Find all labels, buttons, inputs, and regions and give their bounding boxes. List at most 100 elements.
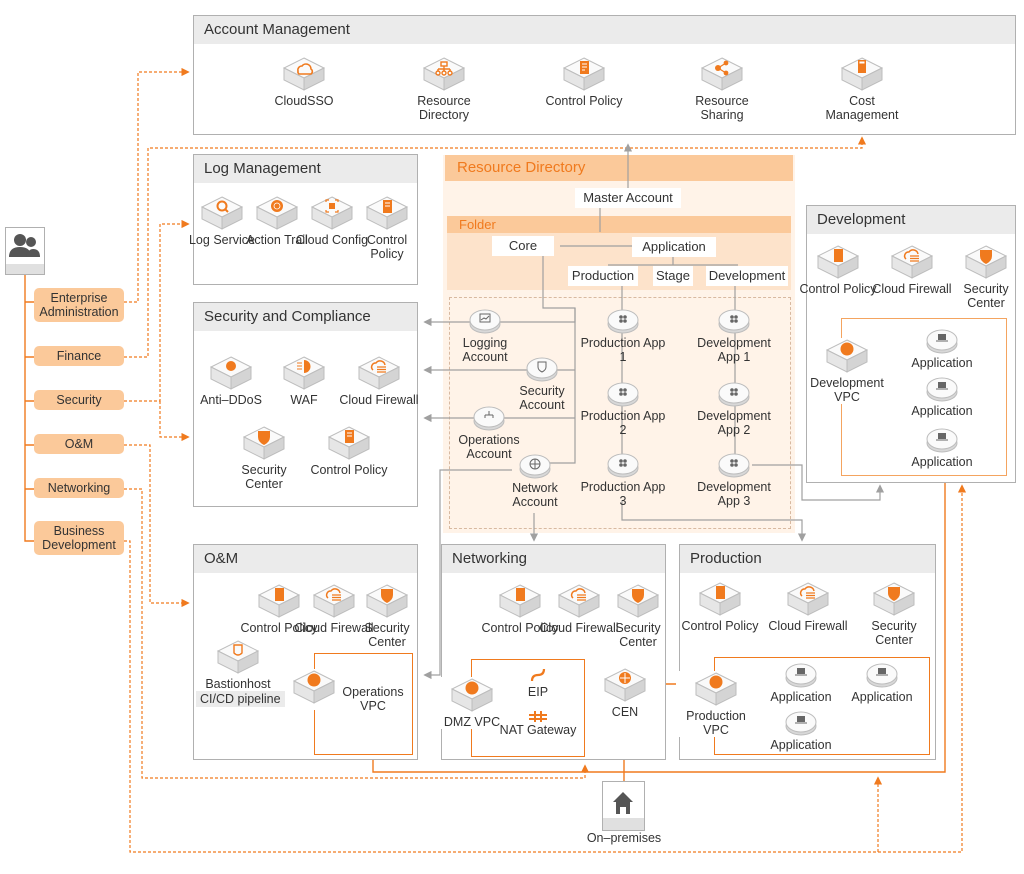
role-finance[interactable]: Finance — [34, 346, 124, 366]
policy-doc-icon — [498, 583, 542, 619]
folder-stage[interactable]: Stage — [653, 266, 693, 286]
development-app-1[interactable]: Development App 1 — [689, 308, 779, 364]
cloud-firewall-icon — [557, 583, 601, 619]
panel-title: Production — [680, 545, 935, 573]
policy-doc-icon — [698, 581, 742, 617]
on-premises-box[interactable] — [602, 781, 645, 831]
globe-icon — [518, 453, 552, 479]
on-premises-label: On–premises — [586, 831, 662, 845]
org-tree-icon — [422, 56, 466, 92]
shield-icon — [616, 583, 660, 619]
apps-icon — [717, 381, 751, 407]
calculator-icon — [840, 56, 884, 92]
service-security-center[interactable]: Security Center — [224, 425, 304, 491]
policy-doc-icon — [562, 56, 606, 92]
service-anti-ddos[interactable]: Anti–DDoS — [191, 355, 271, 407]
folder-development[interactable]: Development — [706, 266, 788, 286]
role-enterprise-administration[interactable]: Enterprise Administration — [34, 288, 124, 322]
panel-title: Account Management — [194, 16, 1015, 44]
cicd-pipeline[interactable]: CI/CD pipeline — [196, 691, 285, 707]
nat-gateway[interactable]: NAT Gateway — [498, 709, 578, 737]
production-application[interactable]: Application — [837, 662, 927, 704]
development-application[interactable]: Application — [897, 427, 987, 469]
laptop-icon — [925, 427, 959, 453]
service-control-policy[interactable]: Control Policy — [798, 244, 878, 296]
shield-icon — [365, 583, 409, 619]
security-account[interactable]: Security Account — [497, 356, 587, 412]
role-om[interactable]: O&M — [34, 434, 124, 454]
service-control-policy[interactable]: Control Policy — [680, 581, 760, 633]
folder-production[interactable]: Production — [568, 266, 638, 286]
development-app-2[interactable]: Development App 2 — [689, 381, 779, 437]
network-account[interactable]: Network Account — [490, 453, 580, 509]
production-vpc[interactable]: Production VPC — [676, 671, 756, 737]
service-cost-management[interactable]: Cost Management — [822, 56, 902, 122]
panel-title: Networking — [442, 545, 665, 573]
service-security-center[interactable]: Security Center — [854, 581, 934, 647]
service-security-center[interactable]: Security Center — [946, 244, 1024, 310]
cloud-firewall-icon — [786, 581, 830, 617]
networking-panel: Networking Control Policy Cloud Firewall… — [432, 544, 666, 760]
service-control-policy[interactable]: Control Policy — [309, 425, 389, 477]
service-control-policy[interactable]: Control Policy — [544, 56, 624, 108]
role-business-development[interactable]: Business Development — [34, 521, 124, 555]
panel-title: Security and Compliance — [194, 303, 417, 331]
service-cloudsso[interactable]: CloudSSO — [264, 56, 344, 108]
eip[interactable]: EIP — [498, 667, 578, 699]
apps-icon — [606, 308, 640, 334]
cen-icon — [603, 667, 647, 703]
users-box[interactable] — [5, 227, 45, 275]
laptop-icon — [784, 662, 818, 688]
shield-icon — [872, 581, 916, 617]
service-cloud-firewall[interactable]: Cloud Firewall — [872, 244, 952, 296]
production-app-2[interactable]: Production App 2 — [578, 381, 668, 437]
folder-header: Folder — [447, 216, 791, 233]
policy-doc-icon — [365, 195, 409, 231]
production-app-1[interactable]: Production App 1 — [578, 308, 668, 364]
role-networking[interactable]: Networking — [34, 478, 124, 498]
apps-icon — [717, 308, 751, 334]
folder-core[interactable]: Core — [492, 236, 554, 256]
operations-vpc-label: Operations VPC — [342, 685, 404, 713]
shield-icon — [964, 244, 1008, 280]
users-icon — [9, 234, 40, 257]
cloud-icon — [282, 56, 326, 92]
security-compliance-panel: Security and Compliance Anti–DDoS WAF Cl… — [191, 302, 419, 507]
service-security-center[interactable]: Security Center — [598, 583, 678, 649]
cen[interactable]: CEN — [585, 667, 665, 719]
role-security[interactable]: Security — [34, 390, 124, 410]
service-control-policy[interactable]: Control Policy — [349, 195, 425, 261]
service-cloud-firewall[interactable]: Cloud Firewall — [768, 581, 848, 633]
service-cloud-firewall[interactable]: Cloud Firewall — [339, 355, 419, 407]
shield-icon — [242, 425, 286, 461]
development-application[interactable]: Application — [897, 328, 987, 370]
development-app-3[interactable]: Development App 3 — [689, 452, 779, 508]
om-panel: O&M Control Policy Cloud Firewall Securi… — [193, 544, 418, 760]
vpc-cloud-icon — [450, 677, 494, 713]
policy-doc-icon — [816, 244, 860, 280]
master-account[interactable]: Master Account — [575, 188, 681, 208]
bastion-icon — [216, 639, 260, 675]
waf-icon — [282, 355, 326, 391]
operations-vpc[interactable] — [292, 669, 336, 710]
apps-icon — [606, 381, 640, 407]
shield-check-icon — [525, 356, 559, 382]
service-waf[interactable]: WAF — [264, 355, 344, 407]
service-resource-sharing[interactable]: Resource Sharing — [682, 56, 762, 122]
service-resource-directory[interactable]: Resource Directory — [404, 56, 484, 122]
log-management-panel: Log Management Log Service Action Trail … — [189, 154, 418, 285]
production-application[interactable]: Application — [756, 710, 846, 752]
service-security-center[interactable]: Security Center — [347, 583, 427, 649]
vpc-cloud-icon — [292, 669, 336, 705]
radar-icon — [255, 195, 299, 231]
apps-icon — [606, 452, 640, 478]
development-application[interactable]: Application — [897, 376, 987, 418]
service-bastionhost[interactable]: Bastionhost — [198, 639, 278, 691]
production-app-3[interactable]: Production App 3 — [578, 452, 668, 508]
vpc-cloud-icon — [694, 671, 738, 707]
development-vpc[interactable]: Development VPC — [807, 338, 887, 404]
nat-gateway-icon — [529, 711, 547, 722]
production-application[interactable]: Application — [756, 662, 846, 704]
share-icon — [700, 56, 744, 92]
folder-application[interactable]: Application — [632, 237, 716, 257]
